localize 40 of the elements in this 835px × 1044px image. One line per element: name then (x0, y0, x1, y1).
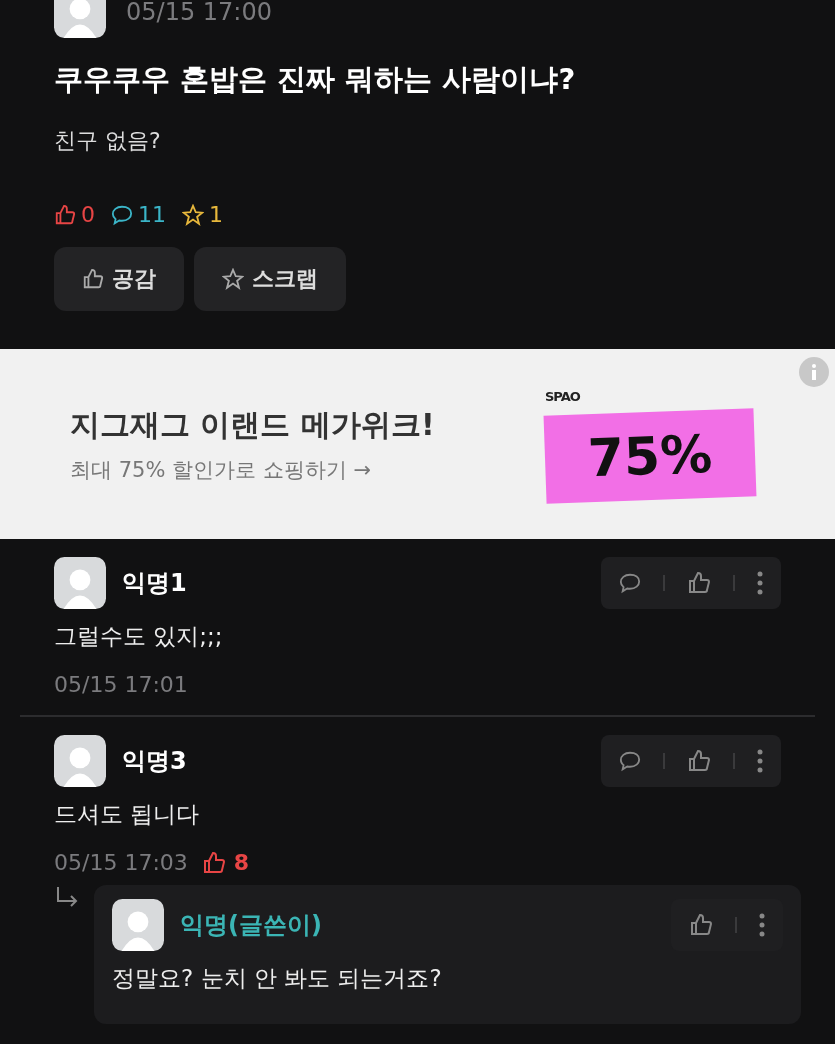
avatar-icon (54, 735, 106, 787)
scrap-button[interactable]: 스크랩 (194, 247, 346, 311)
more-icon (759, 913, 765, 937)
comment-count: 11 (111, 202, 166, 227)
speech-bubble-icon (619, 572, 641, 594)
post-title: 쿠우쿠우 혼밥은 진짜 뭐하는 사람이냐? (54, 61, 577, 98)
avatar-icon (54, 0, 106, 38)
speech-bubble-icon (111, 203, 133, 226)
post-body: 친구 없음? (54, 127, 162, 155)
avatar-icon (54, 557, 106, 609)
ad-banner[interactable]: 지그재그 이랜드 메가위크! 최대 75% 할인가로 쇼핑하기 → SPAO 75% (0, 349, 835, 539)
discount-ticket: 75% (543, 407, 757, 504)
comment-like-count: 8 (201, 850, 250, 875)
thumbs-up-icon (687, 571, 711, 595)
ad-subtitle: 최대 75% 할인가로 쇼핑하기 → (70, 456, 372, 484)
reply-text: 정말요? 눈치 안 봐도 되는거죠? (112, 964, 443, 993)
star-icon (182, 203, 204, 226)
comment-time: 05/15 17:03 (54, 850, 188, 875)
star-icon (222, 268, 244, 290)
more-icon (757, 571, 763, 595)
comment-text: 그럴수도 있지;;; (54, 622, 224, 651)
avatar-icon (112, 899, 164, 951)
comment-text: 드셔도 됩니다 (54, 800, 201, 829)
brand-logo: SPAO (545, 388, 581, 404)
like-button[interactable]: 공감 (54, 247, 184, 311)
ad-title: 지그재그 이랜드 메가위크! (70, 405, 436, 444)
comment-author: 익명1 (122, 568, 188, 599)
reply-author: 익명(글쓴이) (180, 910, 323, 941)
thumbs-up-icon (82, 268, 104, 290)
more-icon (757, 749, 763, 773)
comment-time: 05/15 17:01 (54, 672, 188, 697)
comment-author: 익명3 (122, 746, 188, 777)
scrap-count: 1 (182, 202, 223, 227)
speech-bubble-icon (619, 750, 641, 772)
thumbs-up-icon (54, 203, 76, 226)
like-count: 0 (54, 202, 95, 227)
thumbs-up-icon (689, 913, 713, 937)
thumbs-up-icon (687, 749, 711, 773)
post-time: 05/15 17:00 (126, 0, 272, 26)
thumbs-up-icon (201, 850, 226, 875)
